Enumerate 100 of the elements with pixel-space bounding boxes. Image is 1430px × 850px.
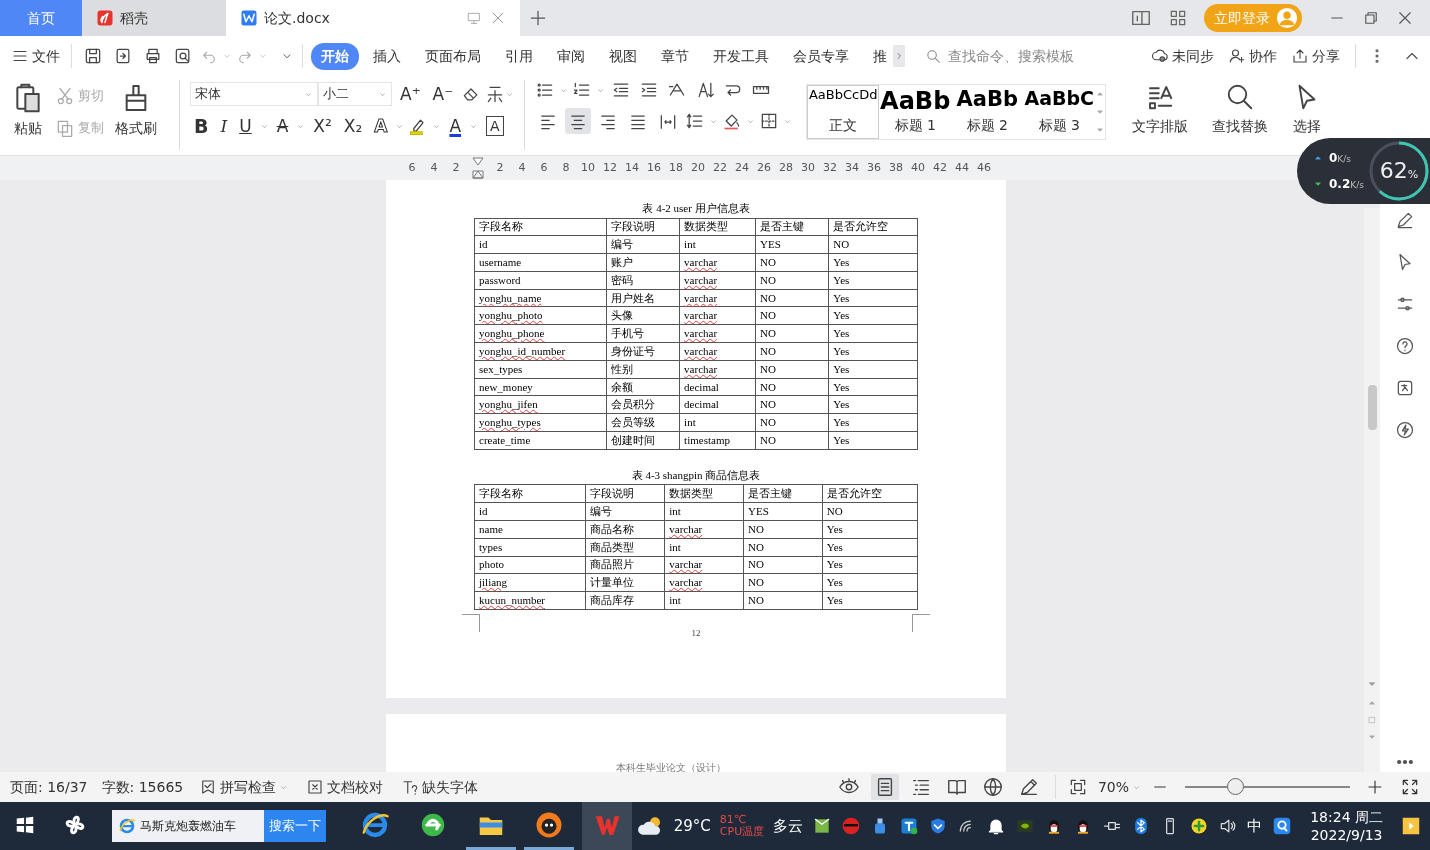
input-method[interactable]: 中: [1247, 814, 1263, 838]
notification-icon[interactable]: [1400, 815, 1422, 837]
table-cell: NO: [755, 271, 829, 290]
font-size-button[interactable]: A⁺: [396, 80, 425, 108]
table-cell: Yes: [828, 253, 918, 272]
toolbar-button[interactable]: 未同步: [1148, 43, 1217, 69]
align-button[interactable]: [565, 108, 592, 134]
format-button[interactable]: B: [190, 112, 213, 140]
edit-icon[interactable]: [1395, 210, 1415, 230]
restore-icon[interactable]: [1362, 9, 1380, 27]
style-preset[interactable]: AaBbCcDd 正文: [807, 85, 880, 139]
brush-button[interactable]: 格式刷: [111, 80, 161, 141]
table-cell: password: [474, 271, 607, 290]
format-button[interactable]: X²: [309, 112, 336, 140]
table-cell: yonghu_jifen: [474, 395, 607, 414]
bolt-icon[interactable]: [1395, 420, 1415, 440]
help-icon[interactable]: [1395, 336, 1415, 356]
format-button[interactable]: A: [370, 112, 392, 140]
column-header: 字段名称: [474, 218, 607, 236]
slider-thumb[interactable]: [1226, 778, 1244, 795]
table-cell: types: [474, 538, 586, 557]
toolbar-button[interactable]: 分享: [1288, 43, 1343, 69]
ribbon-tab[interactable]: 审阅: [547, 42, 595, 70]
select-button[interactable]: 选择: [1288, 80, 1327, 139]
ribbon-tab[interactable]: 引用: [495, 42, 543, 70]
ribbon-tab[interactable]: 插入: [363, 42, 411, 70]
document-tab[interactable]: 稻壳: [82, 0, 226, 36]
format-button[interactable]: X₂: [339, 112, 367, 140]
close-icon[interactable]: [490, 10, 506, 26]
fullscreen-icon[interactable]: [1400, 777, 1420, 797]
zoom-dropdown[interactable]: 70%: [1095, 776, 1143, 798]
table-cell: varchar: [679, 360, 756, 379]
table-cell: varchar: [664, 573, 744, 592]
ribbon-tab[interactable]: 开发工具: [703, 42, 779, 70]
file-menu[interactable]: 文件: [8, 43, 63, 69]
table-cell: YES: [755, 235, 829, 254]
taskbar-search-field[interactable]: 马斯克炮轰燃油车: [112, 810, 264, 842]
table-cell: NO: [743, 573, 823, 592]
scroll-thumb[interactable]: [1367, 385, 1377, 430]
style-preset[interactable]: AaBb 标题 2: [951, 85, 1024, 139]
table-cell: create_time: [474, 431, 607, 450]
clock-date[interactable]: 2022/9/13: [1310, 826, 1383, 844]
table-cell: int: [679, 235, 756, 254]
table-cell: yonghu_photo: [474, 307, 607, 325]
scrollbar[interactable]: [1364, 208, 1380, 772]
table-cell: int: [679, 413, 756, 432]
format-button[interactable]: I: [216, 112, 232, 140]
find-button[interactable]: 查找替换: [1208, 80, 1273, 139]
table-cell: Yes: [828, 307, 918, 325]
close-icon[interactable]: [1396, 9, 1414, 27]
table-cell: varchar: [679, 342, 756, 361]
font-size-dropdown[interactable]: 小二: [318, 82, 392, 106]
status-button[interactable]: 缺失字体: [399, 776, 481, 798]
toolbar-button[interactable]: 协作: [1225, 43, 1280, 69]
cut-icon: [55, 86, 75, 106]
format-button[interactable]: A: [445, 112, 466, 140]
ribbon-tab[interactable]: 推: [863, 42, 889, 70]
cpu-label: CPU温度: [719, 826, 765, 838]
table-caption: 表 4-2 user 用户信息表: [641, 201, 751, 216]
clock-time[interactable]: 18:24 周二: [1310, 808, 1383, 826]
format-button[interactable]: A: [486, 116, 504, 136]
paste-button[interactable]: 粘贴: [8, 80, 48, 141]
ribbon-tab[interactable]: 章节: [651, 42, 699, 70]
apps-grid-icon[interactable]: [1168, 8, 1188, 28]
style-preset[interactable]: AaBb 标题 1: [879, 85, 952, 139]
web-icon: [981, 776, 1004, 798]
indent-marker-icon[interactable]: [472, 157, 484, 179]
tray-icon[interactable]: [899, 816, 920, 836]
font-name-dropdown[interactable]: 宋体: [190, 82, 318, 106]
ribbon-tab[interactable]: 视图: [599, 42, 647, 70]
translate-icon[interactable]: [1395, 378, 1415, 398]
save-icon[interactable]: [83, 46, 103, 66]
view-button[interactable]: [870, 774, 899, 800]
zoom-in-icon[interactable]: [1366, 778, 1384, 796]
ribbon-tab[interactable]: 页面布局: [415, 42, 491, 70]
usage-percent: 62%: [1379, 160, 1419, 182]
avatar-icon: [1276, 7, 1298, 29]
table-cell: 密码: [606, 271, 680, 290]
table-cell: int: [664, 502, 744, 521]
search-field[interactable]: 查找命令、搜索模板: [946, 44, 1096, 68]
format-button[interactable]: A: [272, 112, 293, 140]
network-monitor[interactable]: 0K/s 0.2K/s 62%: [1297, 138, 1430, 204]
table-cell: NO: [755, 360, 829, 379]
layout-button[interactable]: 文字排版: [1128, 80, 1193, 139]
column-header: 是否主键: [743, 484, 823, 503]
status-button[interactable]: 文档校对: [304, 776, 386, 798]
table-cell: 创建时间: [606, 431, 680, 450]
table-cell: jiliang: [474, 573, 586, 592]
font-size-button[interactable]: A⁻: [428, 80, 458, 108]
ribbon-tab[interactable]: 会员专享: [783, 42, 859, 70]
search-button[interactable]: 搜索一下: [264, 810, 326, 842]
status-button[interactable]: 拼写检查: [197, 776, 291, 798]
page-count: 页面: 16/37: [10, 777, 88, 797]
table-cell: Yes: [822, 573, 918, 592]
style-preset[interactable]: AaBbC 标题 3: [1023, 85, 1096, 139]
table-cell: int: [664, 591, 744, 610]
format-button[interactable]: U: [235, 112, 256, 140]
document-tab[interactable]: 论文.docx: [226, 0, 520, 36]
table-cell: Yes: [828, 431, 918, 450]
table-cell: varchar: [664, 520, 744, 539]
